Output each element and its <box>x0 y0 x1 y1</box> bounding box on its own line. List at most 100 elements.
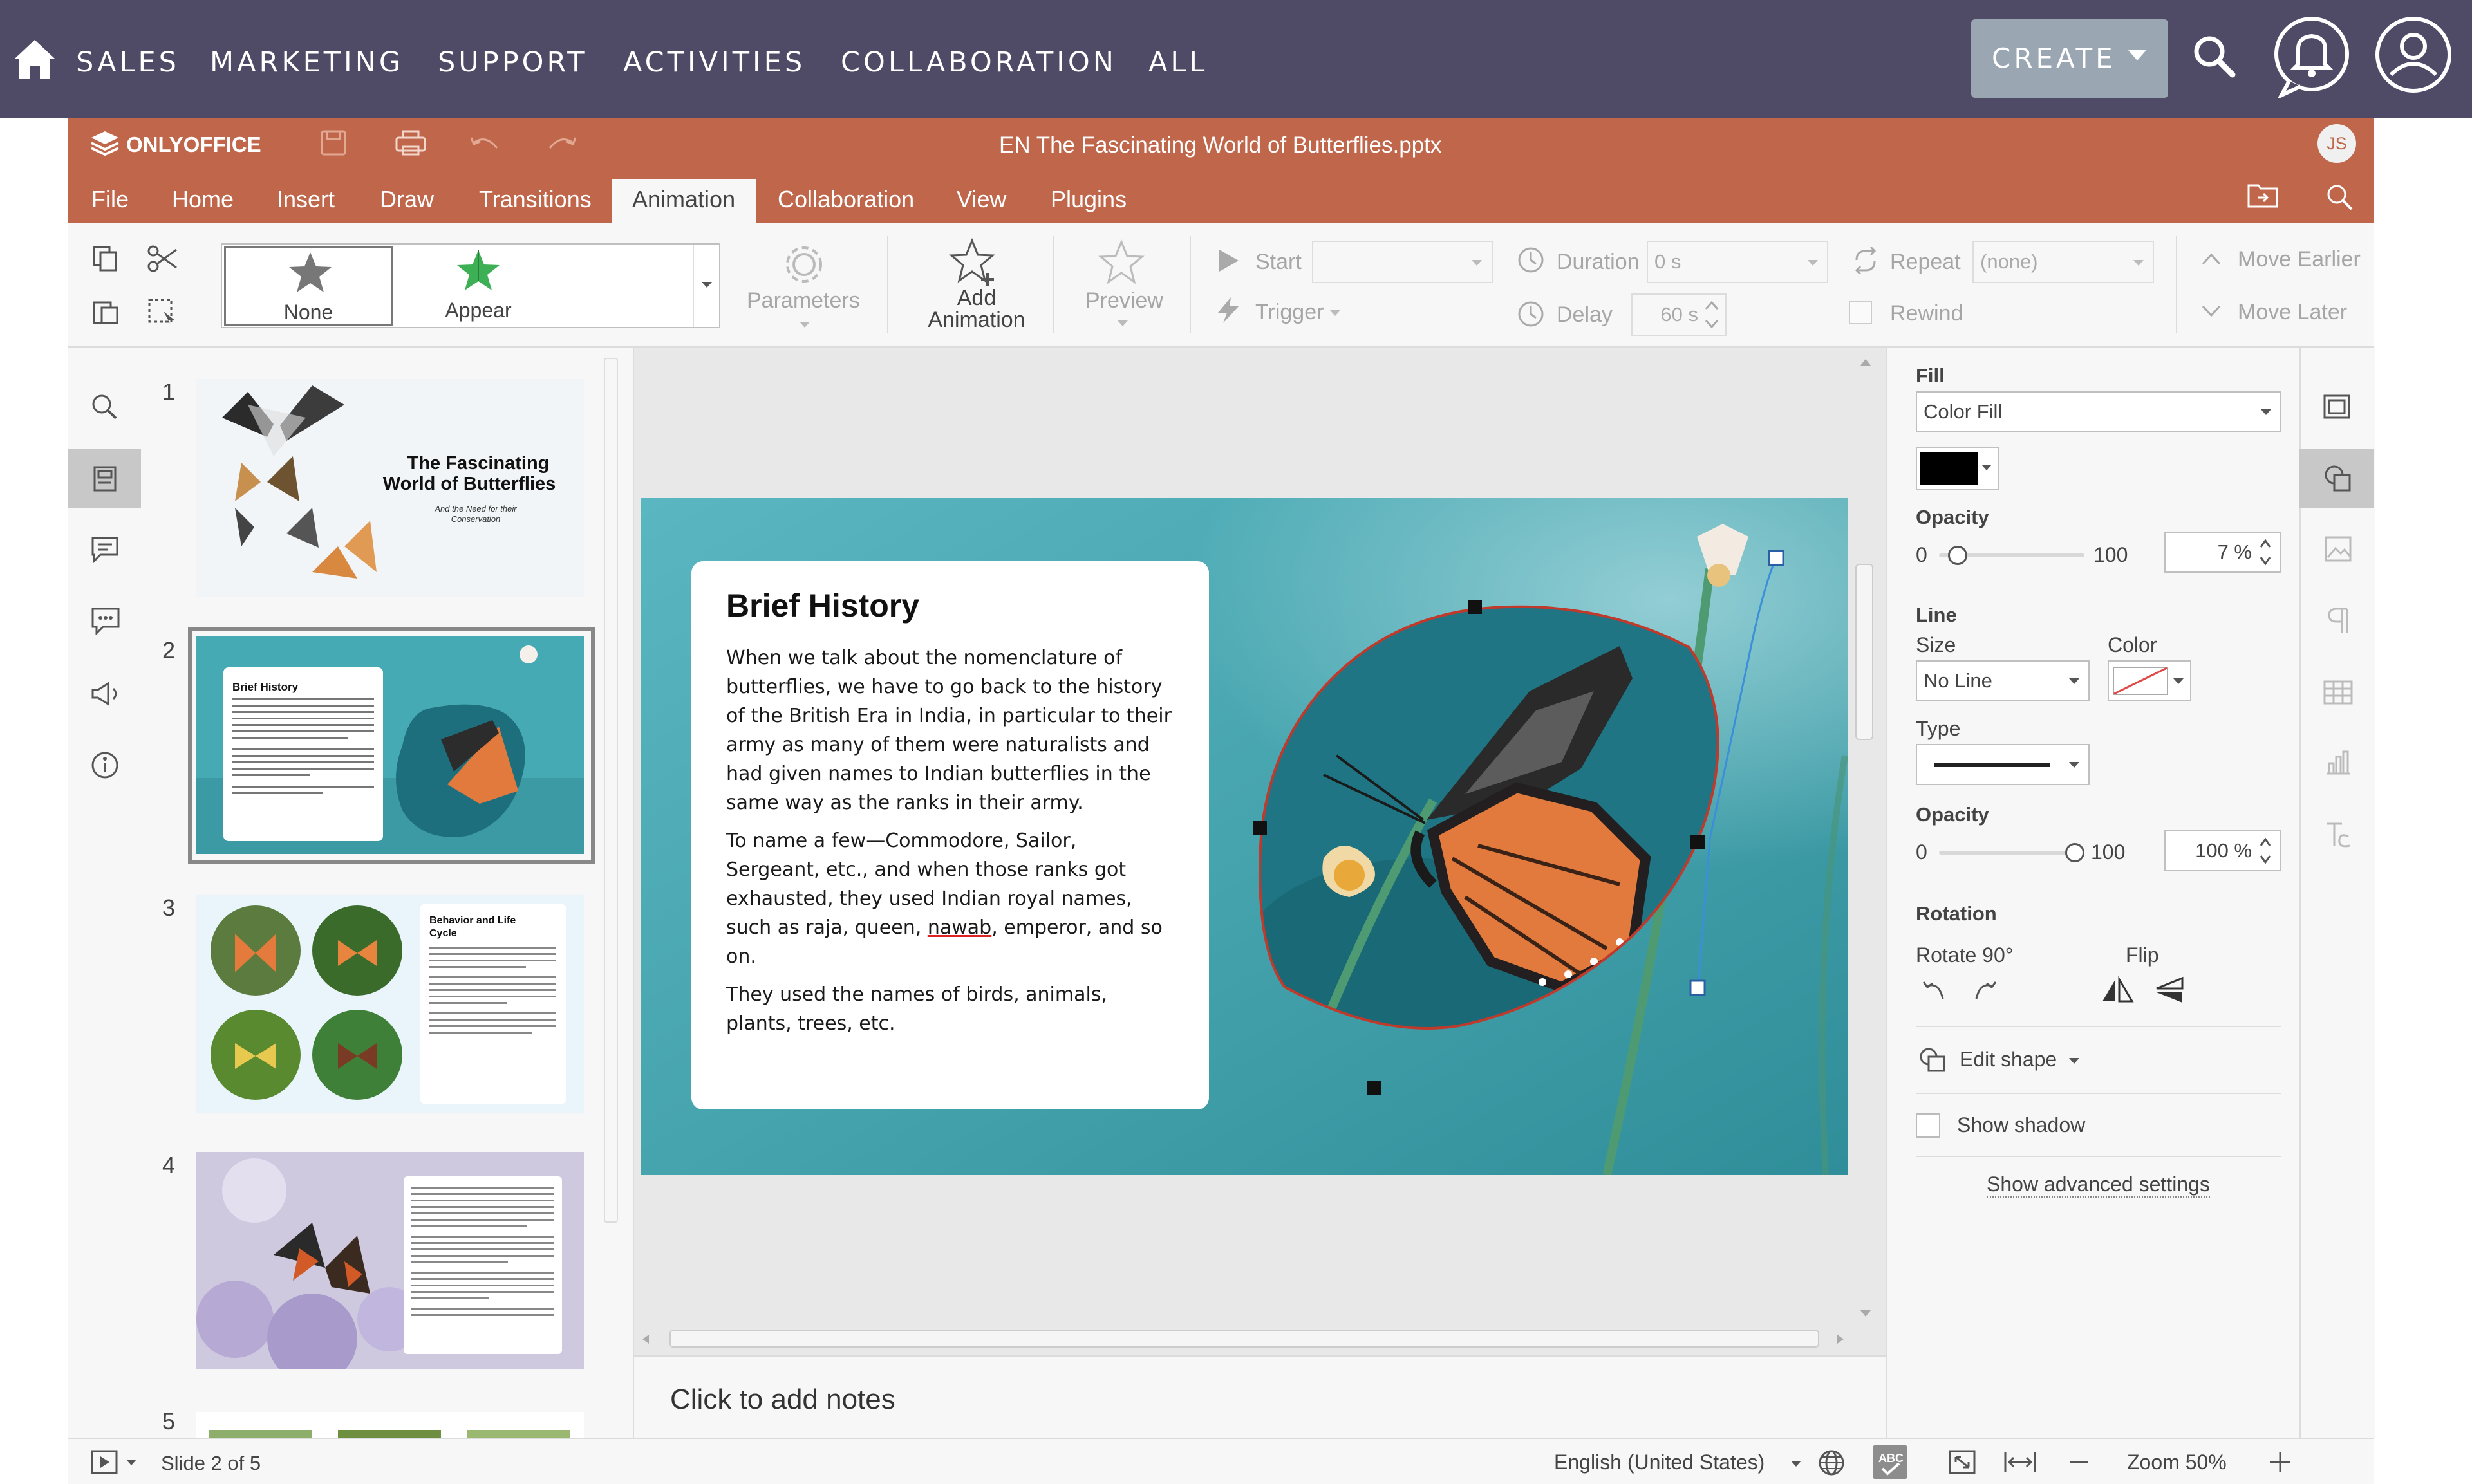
user-avatar[interactable]: JS <box>2318 124 2356 163</box>
spinner-arrows-icon[interactable] <box>2256 533 2275 571</box>
select-all-icon[interactable] <box>147 297 178 326</box>
chart-settings-icon[interactable] <box>2324 748 2352 776</box>
save-icon[interactable] <box>319 129 348 157</box>
slide-thumbnail-3[interactable]: Behavior and Life Cycle <box>196 895 584 1113</box>
slide-thumbnail-2[interactable]: Brief History <box>196 636 584 854</box>
search-icon[interactable] <box>90 393 118 421</box>
horizontal-scrollbar[interactable] <box>670 1330 1819 1348</box>
image-settings-icon[interactable] <box>2324 535 2352 562</box>
comments-icon[interactable] <box>90 535 120 564</box>
fit-width-icon[interactable] <box>2003 1451 2037 1474</box>
cut-icon[interactable] <box>147 245 178 273</box>
home-icon[interactable] <box>13 37 57 80</box>
start-select[interactable] <box>1312 241 1494 283</box>
globe-icon[interactable] <box>1817 1448 1846 1478</box>
duration-select[interactable]: 0 s <box>1647 241 1828 283</box>
table-settings-icon[interactable] <box>2323 680 2354 705</box>
flip-horizontal-icon[interactable] <box>2100 976 2135 1005</box>
language-selector[interactable]: English (United States) <box>1554 1451 1765 1474</box>
redo-icon[interactable] <box>547 134 577 153</box>
search-icon[interactable] <box>2325 183 2354 211</box>
show-shadow-checkbox[interactable] <box>1916 1113 1940 1138</box>
spinner-arrows-icon[interactable] <box>2256 831 2275 870</box>
nav-marketing[interactable]: MARKETING <box>210 46 404 79</box>
move-earlier-button[interactable]: Move Earlier <box>2238 247 2361 272</box>
tab-animation[interactable]: Animation <box>612 179 756 223</box>
gallery-expand-button[interactable] <box>693 245 720 327</box>
slide-settings-icon[interactable] <box>2323 394 2351 420</box>
chevron-left-icon[interactable] <box>639 1331 653 1348</box>
show-advanced-settings-link[interactable]: Show advanced settings <box>1987 1173 2210 1198</box>
document-title: EN The Fascinating World of Butterflies.… <box>999 133 1442 158</box>
user-icon[interactable] <box>2373 14 2454 95</box>
flip-vertical-icon[interactable] <box>2153 976 2186 1005</box>
tab-insert[interactable]: Insert <box>256 179 355 223</box>
text-box[interactable]: Brief History When we talk about the nom… <box>691 561 1209 1109</box>
spellcheck-word[interactable]: nawab <box>928 916 991 939</box>
nav-all[interactable]: ALL <box>1148 46 1208 79</box>
slide-thumbnail-1[interactable]: The Fascinating World of Butterflies And… <box>196 379 584 597</box>
search-icon[interactable] <box>2191 33 2236 79</box>
tab-plugins[interactable]: Plugins <box>1030 179 1147 223</box>
zoom-out-icon[interactable] <box>2068 1456 2091 1469</box>
play-slideshow-button[interactable] <box>90 1449 143 1475</box>
open-file-location-icon[interactable] <box>2247 183 2279 209</box>
slide-thumbnail-5[interactable] <box>196 1412 584 1438</box>
line-size-select[interactable]: No Line <box>1916 660 2090 701</box>
shape-settings-icon[interactable] <box>2299 449 2374 508</box>
repeat-select[interactable]: (none) <box>1972 241 2154 283</box>
vertical-scrollbar[interactable] <box>1855 564 1873 740</box>
notes-area[interactable]: Click to add notes <box>634 1355 1886 1439</box>
copy-icon[interactable] <box>91 245 120 273</box>
fill-type-select[interactable]: Color Fill <box>1916 391 2281 432</box>
move-later-button[interactable]: Move Later <box>2238 300 2347 325</box>
tab-draw[interactable]: Draw <box>359 179 454 223</box>
parameters-button[interactable]: Parameters <box>740 243 869 333</box>
fit-slide-icon[interactable] <box>1948 1449 1976 1475</box>
effect-appear[interactable]: Appear <box>394 246 563 326</box>
chevron-down-icon <box>1330 310 1340 316</box>
chevron-down-icon[interactable] <box>1857 1306 1875 1321</box>
tab-transitions[interactable]: Transitions <box>458 179 612 223</box>
tab-collaboration[interactable]: Collaboration <box>757 179 935 223</box>
paragraph-settings-icon[interactable] <box>2327 606 2350 635</box>
nav-sales[interactable]: SALES <box>76 46 180 79</box>
slides-icon[interactable] <box>68 449 141 508</box>
chevron-up-icon[interactable] <box>1857 355 1875 369</box>
thumbnails-scrollbar[interactable] <box>604 358 618 1223</box>
edit-shape-button[interactable]: Edit shape <box>1916 1043 2109 1079</box>
tab-home[interactable]: Home <box>151 179 254 223</box>
chat-icon[interactable] <box>90 605 121 635</box>
trigger-label[interactable]: Trigger <box>1255 300 1324 325</box>
print-icon[interactable] <box>394 129 427 157</box>
line-opacity-slider[interactable] <box>2065 843 2084 862</box>
nav-collaboration[interactable]: COLLABORATION <box>841 46 1117 79</box>
fill-color-picker[interactable] <box>1916 447 1999 490</box>
tab-view[interactable]: View <box>936 179 1027 223</box>
line-color-picker[interactable] <box>2108 660 2191 701</box>
chevron-right-icon[interactable] <box>1833 1331 1848 1348</box>
info-icon[interactable] <box>90 750 120 780</box>
zoom-in-icon[interactable] <box>2267 1449 2293 1475</box>
textart-settings-icon[interactable] <box>2324 820 2352 848</box>
rotate-right-icon[interactable] <box>1970 976 1999 1005</box>
line-type-select[interactable] <box>1916 744 2090 785</box>
rotate-left-icon[interactable] <box>1920 976 1949 1005</box>
nav-support[interactable]: SUPPORT <box>438 46 588 79</box>
undo-icon[interactable] <box>470 134 500 153</box>
fill-opacity-slider[interactable] <box>1947 546 1967 565</box>
spinner-arrows-icon[interactable] <box>1702 296 1721 333</box>
slide-thumbnail-4[interactable] <box>196 1152 584 1369</box>
preview-button[interactable]: Preview <box>1071 238 1174 336</box>
paste-icon[interactable] <box>91 297 120 326</box>
tab-file[interactable]: File <box>71 179 149 223</box>
feedback-icon[interactable] <box>90 680 121 708</box>
create-button[interactable]: CREATE <box>1971 19 2168 98</box>
rewind-checkbox[interactable] <box>1849 301 1872 324</box>
slide[interactable]: Brief History When we talk about the nom… <box>641 498 1848 1175</box>
spellcheck-icon[interactable]: ABC <box>1873 1445 1907 1479</box>
add-animation-button[interactable]: Add Animation <box>908 238 1036 336</box>
bell-icon[interactable] <box>2270 14 2354 98</box>
nav-activities[interactable]: ACTIVITIES <box>623 46 805 79</box>
effect-none[interactable]: None <box>224 246 393 326</box>
